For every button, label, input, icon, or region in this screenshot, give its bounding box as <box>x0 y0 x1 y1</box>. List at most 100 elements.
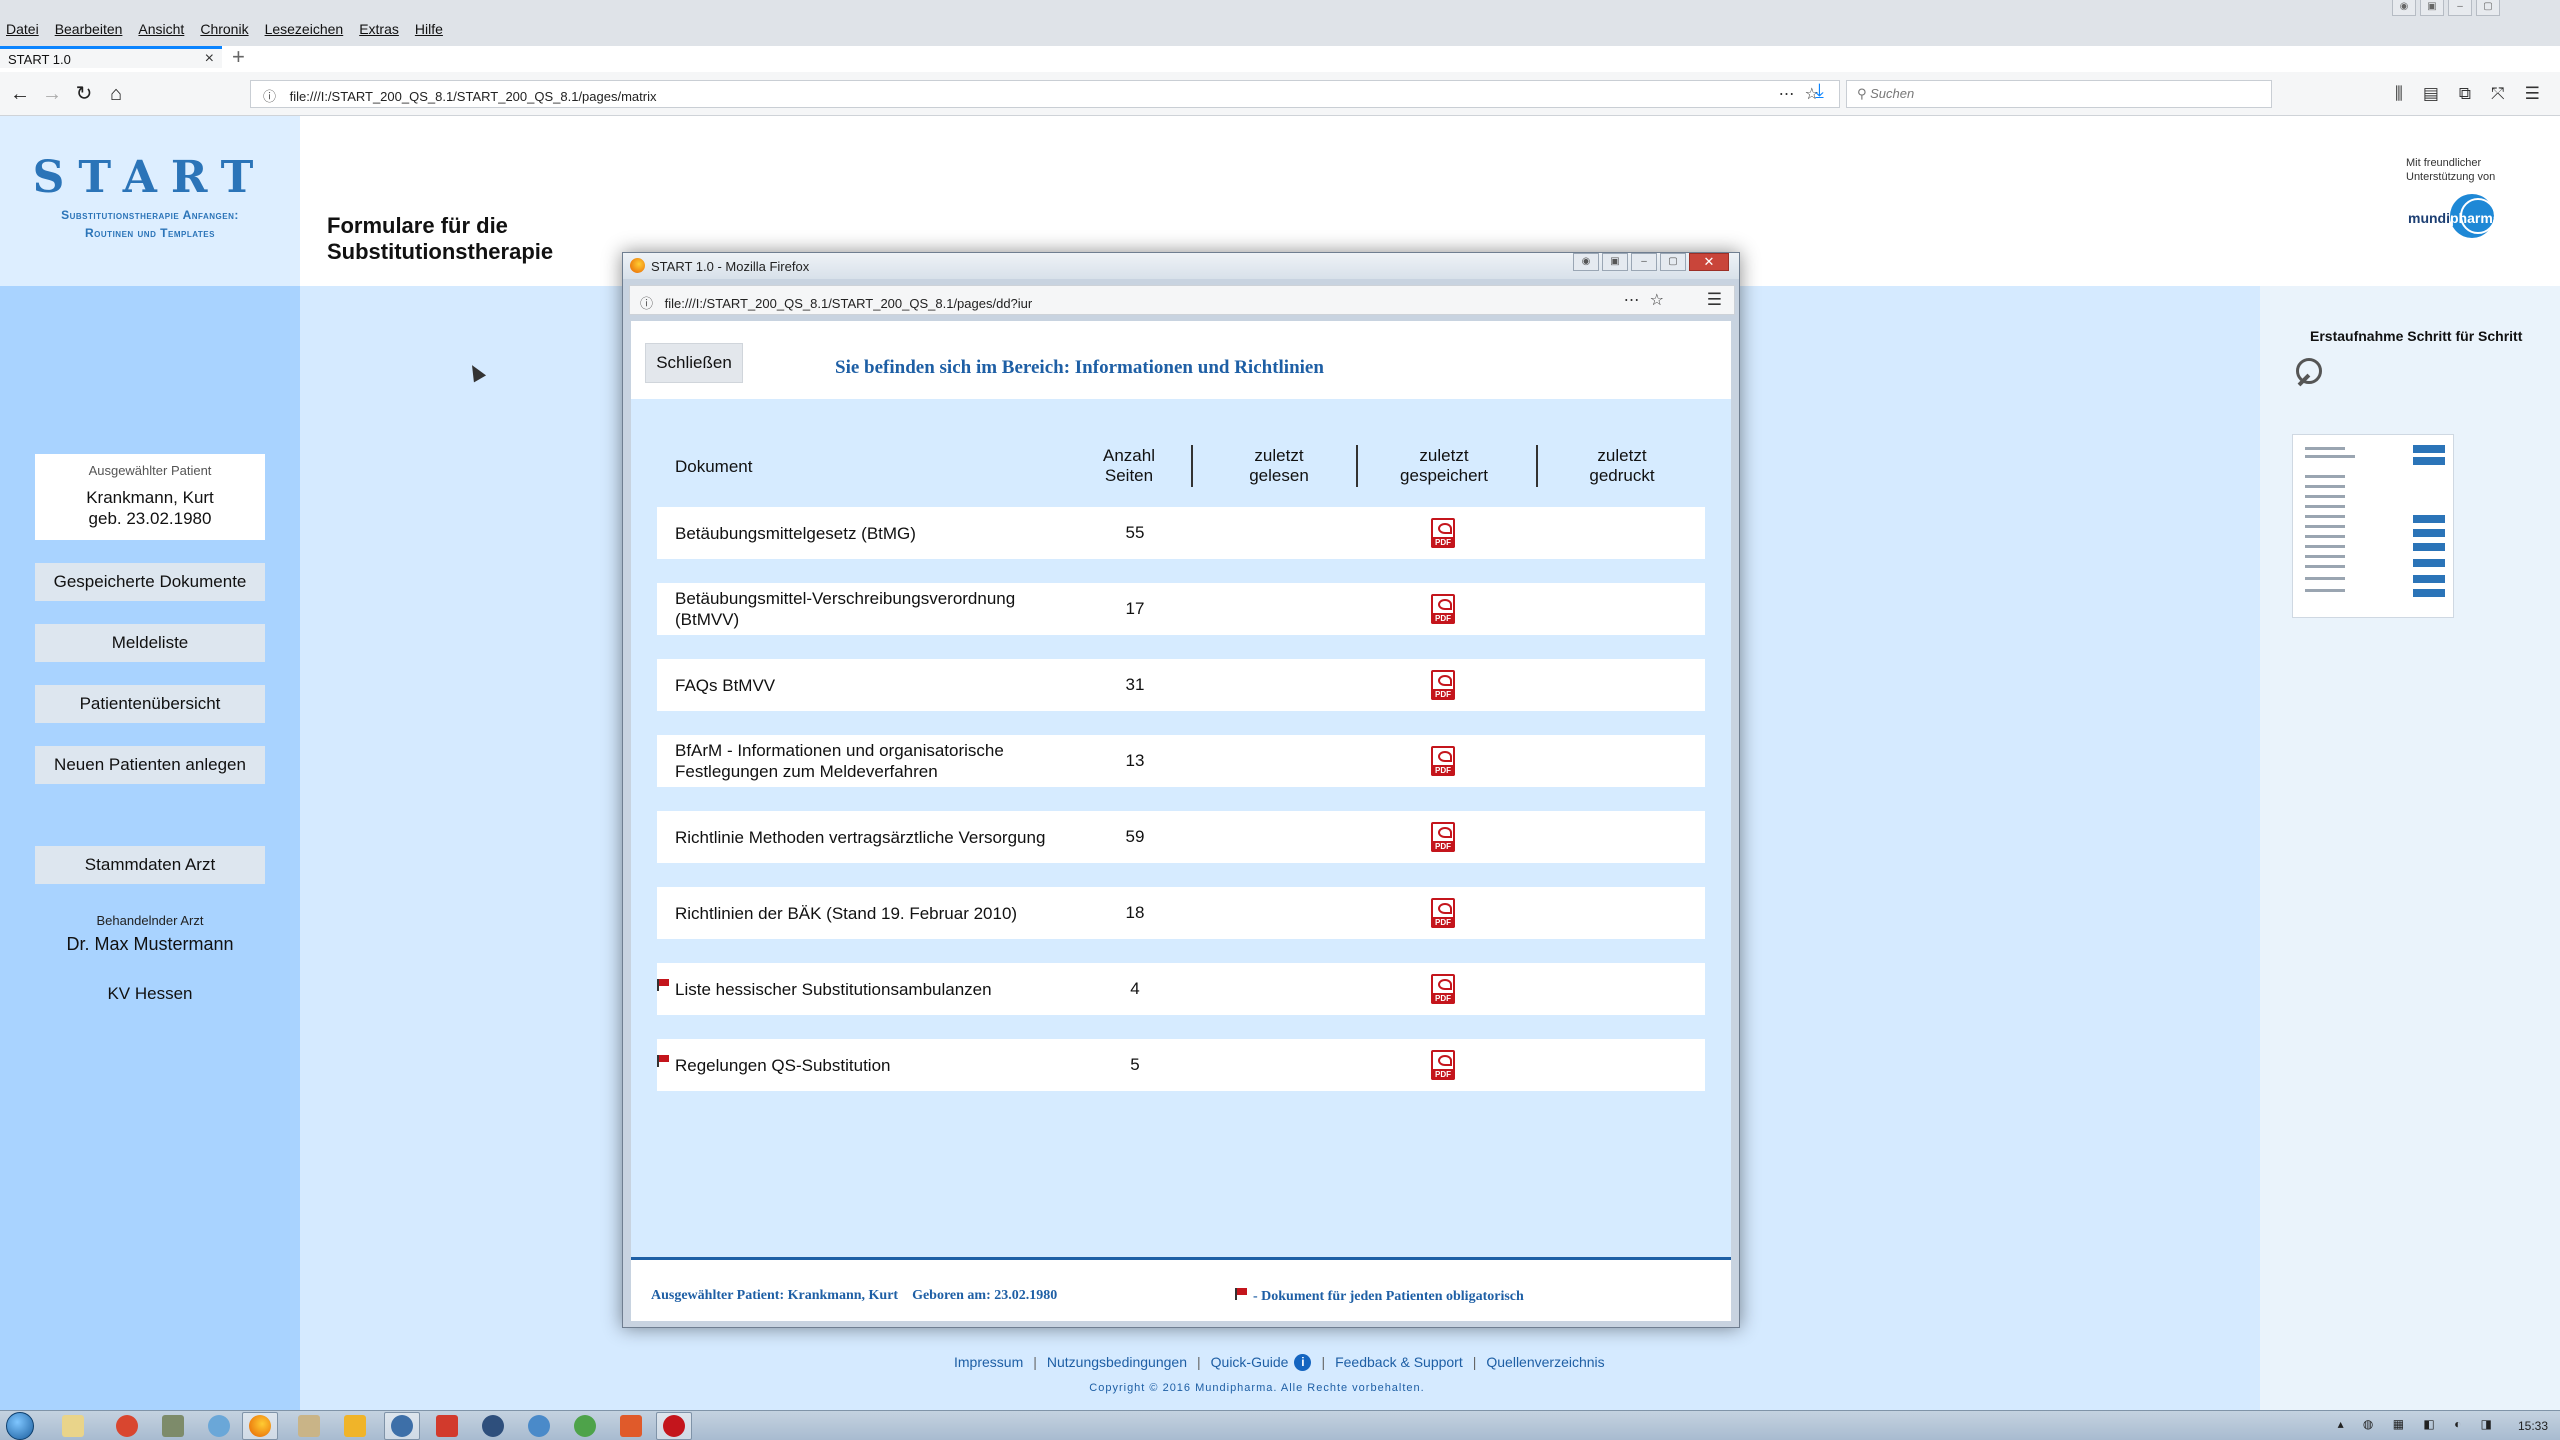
tab-close-icon[interactable]: × <box>205 50 214 68</box>
screenshot-icon[interactable]: ⧉ <box>2459 84 2471 104</box>
table-row[interactable]: FAQs BtMVV 31 PDF <box>657 659 1705 711</box>
app-icon[interactable] <box>482 1415 504 1437</box>
maximize-icon[interactable]: ▢ <box>2476 0 2500 16</box>
guide-thumbnail[interactable] <box>2292 434 2454 618</box>
new-tab-icon[interactable]: + <box>232 44 245 70</box>
popup-maximize-icon[interactable]: ▢ <box>1660 253 1686 271</box>
app-icon[interactable] <box>436 1415 458 1437</box>
doctor-label: Behandelnder Arzt <box>96 913 204 928</box>
magnifier-icon[interactable] <box>2296 358 2322 384</box>
document-name[interactable]: BfArM - Informationen und organisatorisc… <box>675 735 1055 787</box>
pdf-icon[interactable]: PDF <box>1431 746 1455 776</box>
menu-extras[interactable]: Extras <box>359 21 399 37</box>
info-icon[interactable]: ⓘ <box>263 89 276 104</box>
link-feedback-support[interactable]: Feedback & Support <box>1335 1354 1463 1371</box>
document-name[interactable]: Liste hessischer Substitutionsambulanzen <box>675 963 1055 1015</box>
app-icon[interactable] <box>528 1415 550 1437</box>
link-nutzungsbedingungen[interactable]: Nutzungsbedingungen <box>1047 1354 1187 1371</box>
popup-titlebar[interactable]: START 1.0 - Mozilla Firefox ◉ ▣ – ▢ ✕ <box>623 253 1739 279</box>
menu-datei[interactable]: Datei <box>6 21 39 37</box>
table-row[interactable]: Betäubungsmittelgesetz (BtMG) 55 PDF <box>657 507 1705 559</box>
popup-info-icon[interactable]: ⓘ <box>640 296 653 311</box>
app-icon[interactable] <box>344 1415 366 1437</box>
popup-page-actions-icon[interactable]: ⋯☆ <box>1624 290 1674 310</box>
menu-ansicht[interactable]: Ansicht <box>138 21 184 37</box>
document-name[interactable]: Richtlinie Methoden vertragsärztliche Ve… <box>675 811 1055 863</box>
popup-content: Schließen Sie befinden sich im Bereich: … <box>631 321 1731 1321</box>
download-icon[interactable]: ⤓ <box>1815 80 1824 103</box>
app-icon[interactable] <box>620 1415 642 1437</box>
menu-chronik[interactable]: Chronik <box>200 21 248 37</box>
app-icon[interactable] <box>162 1415 184 1437</box>
minimize-icon[interactable]: – <box>2448 0 2472 16</box>
tab-start[interactable]: START 1.0 × <box>0 46 222 68</box>
stammdaten-arzt-button[interactable]: Stammdaten Arzt <box>35 846 265 884</box>
document-name[interactable]: Richtlinien der BÄK (Stand 19. Februar 2… <box>675 887 1055 939</box>
menu-hilfe[interactable]: Hilfe <box>415 21 443 37</box>
pdf-icon[interactable]: PDF <box>1431 822 1455 852</box>
document-name[interactable]: Betäubungsmittel-Verschreibungsverordnun… <box>675 583 1055 635</box>
popup-hamburger-icon[interactable]: ☰ <box>1707 290 1722 310</box>
document-name[interactable]: Betäubungsmittelgesetz (BtMG) <box>675 507 1055 559</box>
page-count: 55 <box>1125 523 1145 542</box>
logo-title: START <box>32 152 268 203</box>
close-button[interactable]: Schließen <box>645 343 743 383</box>
page-title: Formulare für die Substitutionstherapie <box>327 213 554 264</box>
info-icon[interactable]: i <box>1294 1354 1312 1371</box>
pdf-icon[interactable]: PDF <box>1431 670 1455 700</box>
home-icon[interactable]: ⌂ <box>102 80 130 108</box>
pdf-icon[interactable]: PDF <box>1431 1050 1455 1080</box>
extension-icon[interactable]: ⤧ <box>2491 84 2505 104</box>
url-bar[interactable]: ⓘ file:///I:/START_200_QS_8.1/START_200_… <box>250 80 1840 108</box>
pdf-icon[interactable]: PDF <box>1431 518 1455 548</box>
popup-close-icon[interactable]: ✕ <box>1689 253 1729 271</box>
menu-lesezeichen[interactable]: Lesezeichen <box>265 21 344 37</box>
app-icon[interactable] <box>663 1415 685 1437</box>
new-patient-button[interactable]: Neuen Patienten anlegen <box>35 746 265 784</box>
popup-eye-icon[interactable]: ◉ <box>1573 253 1599 271</box>
link-quick-guide[interactable]: Quick-Guide <box>1211 1354 1289 1371</box>
system-tray[interactable]: ▴ ◍ ▦ ◧ ◐ ◨ <box>2338 1417 2500 1431</box>
search-input[interactable]: ⚲ Suchen <box>1846 80 2272 108</box>
pdf-icon[interactable]: PDF <box>1431 594 1455 624</box>
meldeliste-button[interactable]: Meldeliste <box>35 624 265 662</box>
forward-icon[interactable]: → <box>38 80 66 108</box>
table-row[interactable]: Richtlinie Methoden vertragsärztliche Ve… <box>657 811 1705 863</box>
hamburger-menu-icon[interactable]: ☰ <box>2525 84 2540 104</box>
table-row[interactable]: Richtlinien der BÄK (Stand 19. Februar 2… <box>657 887 1705 939</box>
saved-documents-button[interactable]: Gespeicherte Dokumente <box>35 563 265 601</box>
document-name[interactable]: Regelungen QS-Substitution <box>675 1039 1055 1091</box>
eye-icon[interactable]: ◉ <box>2392 0 2416 16</box>
popup-minimize-icon[interactable]: – <box>1631 253 1657 271</box>
document-name[interactable]: FAQs BtMVV <box>675 659 1055 711</box>
table-row[interactable]: Betäubungsmittel-Verschreibungsverordnun… <box>657 583 1705 635</box>
app-icon[interactable] <box>391 1415 413 1437</box>
link-impressum[interactable]: Impressum <box>954 1354 1023 1371</box>
pdf-icon[interactable]: PDF <box>1431 898 1455 928</box>
app-icon[interactable] <box>574 1415 596 1437</box>
sidebar-icon[interactable]: ▤ <box>2423 84 2439 104</box>
popup-url-bar[interactable]: ⓘ file:///I:/START_200_QS_8.1/START_200_… <box>629 285 1735 315</box>
table-row[interactable]: BfArM - Informationen und organisatorisc… <box>657 735 1705 787</box>
popup-restore-icon[interactable]: ▣ <box>1602 253 1628 271</box>
patient-overview-button[interactable]: Patientenübersicht <box>35 685 265 723</box>
start-button-icon[interactable] <box>6 1412 34 1440</box>
tab-title: START 1.0 <box>8 52 71 67</box>
link-quellenverzeichnis[interactable]: Quellenverzeichnis <box>1486 1354 1604 1371</box>
app-icon[interactable] <box>208 1415 230 1437</box>
pdf-icon[interactable]: PDF <box>1431 974 1455 1004</box>
clock[interactable]: 15:33 <box>2518 1419 2548 1433</box>
app-icon[interactable] <box>116 1415 138 1437</box>
app-icon[interactable] <box>298 1415 320 1437</box>
back-icon[interactable]: ← <box>6 80 34 108</box>
firefox-taskbar-icon[interactable] <box>249 1415 271 1437</box>
explorer-icon[interactable] <box>62 1415 84 1437</box>
table-row[interactable]: Liste hessischer Substitutionsambulanzen… <box>657 963 1705 1015</box>
guide-title[interactable]: Erstaufnahme Schritt für Schritt <box>2310 328 2522 344</box>
table-row[interactable]: Regelungen QS-Substitution 5 PDF <box>657 1039 1705 1091</box>
menu-bearbeiten[interactable]: Bearbeiten <box>55 21 123 37</box>
restore-icon[interactable]: ▣ <box>2420 0 2444 16</box>
reload-icon[interactable]: ↻ <box>70 80 98 108</box>
library-icon[interactable]: ⫼ <box>2395 84 2403 104</box>
flag-icon <box>1235 1288 1249 1300</box>
